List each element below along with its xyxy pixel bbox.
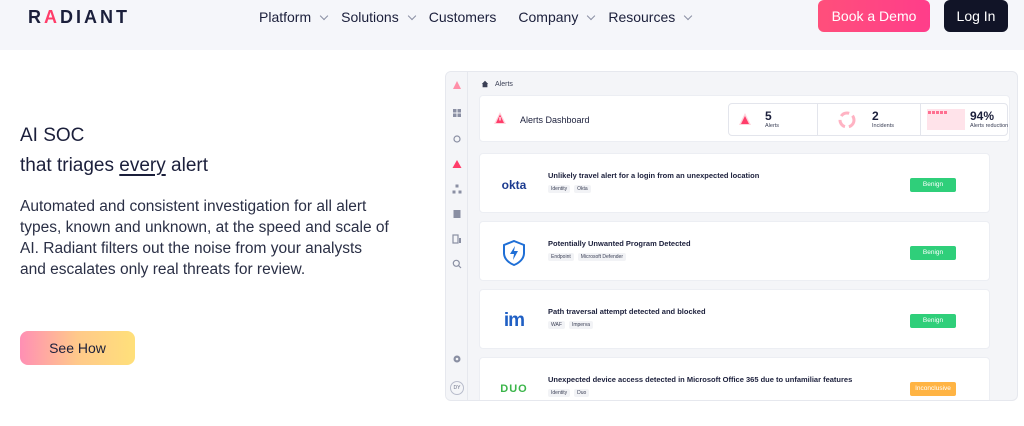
nav-item-label: Resources [608,9,676,25]
bug-icon[interactable] [452,134,462,144]
alert-title: Potentially Unwanted Program Detected [548,239,691,248]
stat-alerts-reduction[interactable]: 94% Alerts reduction [921,104,1008,135]
alert-tag: Duo [574,389,590,397]
stat-value: 2 [872,109,879,123]
stat-incidents[interactable]: 2 Incidents [818,104,920,135]
alert-card[interactable]: Potentially Unwanted Program Detected En… [479,221,990,281]
avatar[interactable]: DY [450,381,464,395]
hero-title-emphasis: every [119,155,166,176]
hero-title: AI SOC that triages every alert [20,121,208,181]
duo-logo: DUO [496,376,532,400]
dashboard-preview: DY Alerts Alerts Dashboard 5 Alerts 2 In… [445,71,1018,401]
top-navbar: RADIANT Platform Solutions Customers Com… [0,0,1024,50]
nav-item-company[interactable]: Company [518,9,596,25]
alert-tag: Imperva [568,321,593,329]
see-how-button[interactable]: See How [20,331,135,365]
status-badge: Inconclusive [910,382,956,396]
nav-item-platform[interactable]: Platform [259,9,329,25]
gear-icon[interactable] [452,354,462,364]
okta-logo-text: okta [501,178,527,192]
stat-alerts[interactable]: 5 Alerts [729,104,817,135]
nav-item-label: Company [518,9,579,25]
breadcrumb: Alerts [481,80,513,88]
login-button[interactable]: Log In [944,0,1008,32]
alert-tag: Endpoint [548,253,574,261]
book-demo-button[interactable]: Book a Demo [818,0,930,32]
nav-item-label: Solutions [341,9,399,25]
radiant-mark-icon [453,81,461,89]
dashboard-title: Alerts Dashboard [520,115,590,125]
search-icon[interactable] [452,259,462,269]
stats-group: 5 Alerts 2 Incidents 94% Alerts reductio… [728,103,1008,136]
hero-title-text: alert [165,155,208,176]
alerts-summary-panel: Alerts Dashboard 5 Alerts 2 Incidents 94… [479,95,1010,142]
chevron-down-icon [407,11,416,20]
microsoft-defender-logo [496,240,532,266]
incidents-icon [838,111,856,128]
stat-label: Alerts reduction [970,123,1009,129]
alert-title: Path traversal attempt detected and bloc… [548,307,706,316]
alert-tags: Endpoint Microsoft Defender [548,253,630,261]
logo-text: DIANT [60,7,130,27]
alert-tag: Okta [574,185,591,193]
nav-menu: Platform Solutions Customers Company Res… [259,9,705,25]
reduction-chart-icon [927,109,965,130]
alert-title: Unlikely travel alert for a login from a… [548,171,760,180]
hero-title-text: that triages [20,155,120,176]
grid-icon[interactable] [452,108,462,118]
alert-tags: Identity Duo [548,389,593,397]
alert-title: Unexpected device access detected in Mic… [548,375,853,384]
alert-card[interactable]: okta Unlikely travel alert for a login f… [479,153,990,213]
alert-tags: WAF Imperva [548,321,597,329]
dashboard-sidebar: DY [446,72,468,400]
alert-tag: Microsoft Defender [577,253,626,261]
hero-title-line1: AI SOC [20,125,85,146]
alert-icon[interactable] [452,159,462,169]
status-badge: Benign [910,178,956,192]
status-badge: Benign [910,314,956,328]
okta-logo: okta [496,172,532,198]
chevron-down-icon [587,11,596,20]
hero-title-line2: that triages every alert [20,151,208,181]
alert-card[interactable]: im Path traversal attempt detected and b… [479,289,990,349]
duo-logo-text: DUO [500,383,528,395]
imperva-logo: im [496,308,532,334]
stat-label: Alerts [765,123,780,129]
stat-value: 94% [970,109,995,123]
chevron-down-icon [319,11,329,20]
chevron-down-icon [684,11,693,20]
alert-tag: Identity [548,185,571,193]
home-icon[interactable] [481,80,489,88]
status-badge: Benign [910,246,956,260]
stat-label: Incidents [872,123,895,129]
alert-tag: WAF [548,321,565,329]
logo-text: R [28,7,44,27]
document-icon[interactable] [452,209,462,219]
stat-value: 5 [765,109,772,123]
breadcrumb-current: Alerts [495,80,513,88]
shield-icon [503,240,525,266]
nav-item-label: Platform [259,9,312,25]
nav-item-resources[interactable]: Resources [608,9,693,25]
hero-description: Automated and consistent investigation f… [20,198,389,278]
alert-tags: Identity Okta [548,185,595,193]
alert-tag: Identity [548,389,571,397]
alert-triangle-icon [739,113,751,125]
imperva-logo-text: im [503,310,525,331]
nav-item-solutions[interactable]: Solutions [341,9,416,25]
hierarchy-icon[interactable] [452,184,462,194]
alert-triangle-icon [494,112,506,124]
nav-item-label: Customers [428,9,497,25]
nav-item-customers[interactable]: Customers [429,9,497,25]
logo-text-accent: A [44,7,60,27]
report-icon[interactable] [452,234,462,244]
alert-card[interactable]: DUO Unexpected device access detected in… [479,357,990,400]
radiant-logo[interactable]: RADIANT [28,7,130,28]
